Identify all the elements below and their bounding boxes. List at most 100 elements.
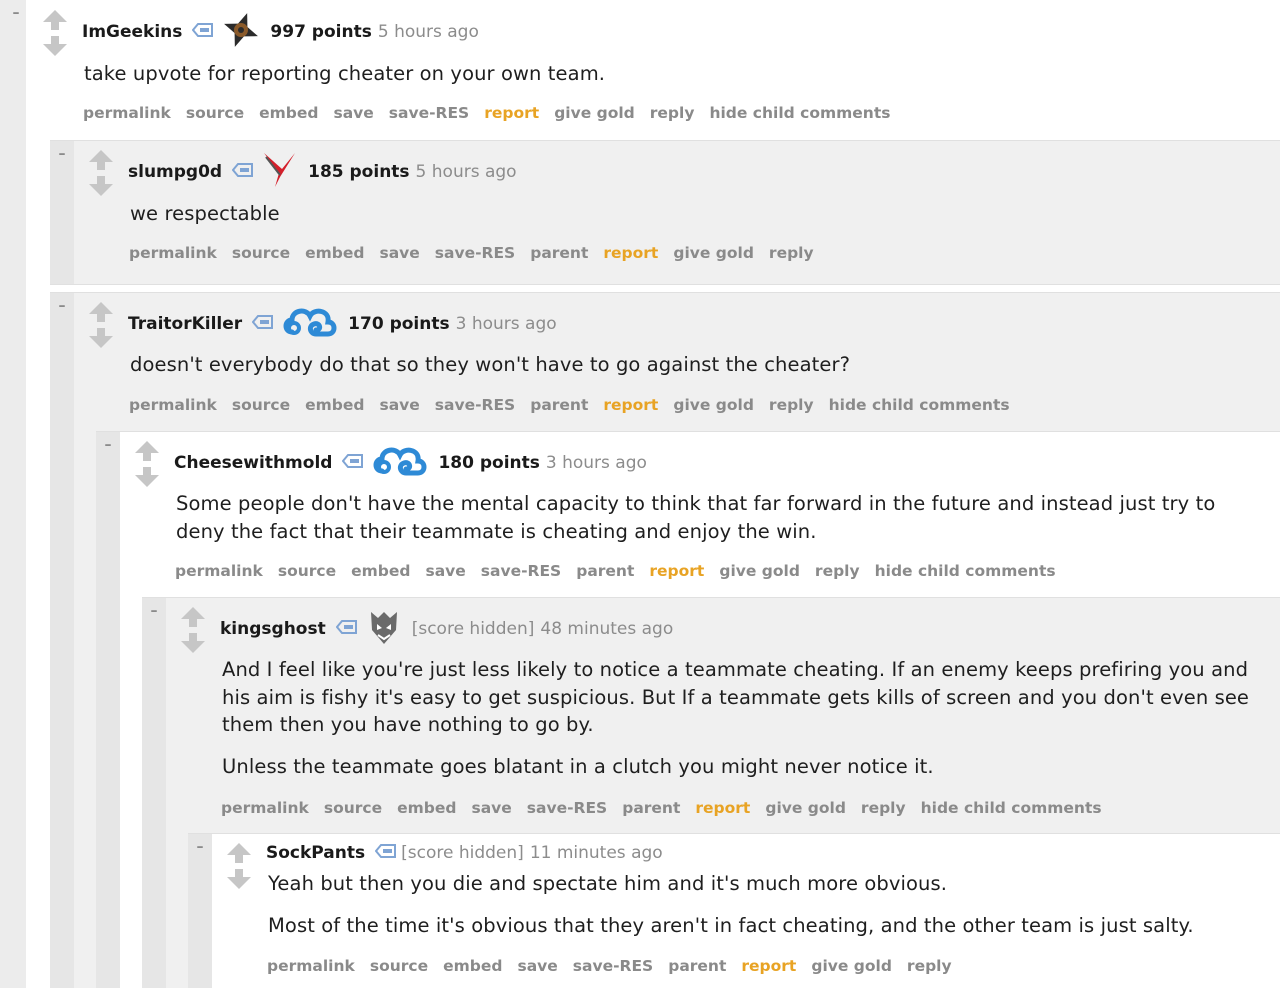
upvote-arrow-icon[interactable] xyxy=(135,441,159,461)
user-tag-icon[interactable] xyxy=(374,843,397,863)
save-res-button[interactable]: save-RES xyxy=(435,396,515,414)
parent-button[interactable]: parent xyxy=(668,957,726,975)
report-button[interactable]: report xyxy=(484,104,539,122)
reply-button[interactable]: reply xyxy=(861,799,906,817)
upvote-arrow-icon[interactable] xyxy=(227,843,251,863)
user-tag-icon[interactable] xyxy=(335,619,358,639)
comment-thread-stripe[interactable] xyxy=(50,141,74,284)
save-button[interactable]: save xyxy=(333,104,373,122)
embed-button[interactable]: embed xyxy=(305,396,364,414)
hide-child-comments-button[interactable]: hide child comments xyxy=(829,396,1010,414)
downvote-arrow-icon[interactable] xyxy=(43,36,67,56)
hide-child-comments-button[interactable]: hide child comments xyxy=(709,104,890,122)
comment-thread-stripe[interactable] xyxy=(0,0,26,988)
comment-thread-stripe[interactable] xyxy=(188,834,212,988)
embed-button[interactable]: embed xyxy=(443,957,502,975)
save-res-button[interactable]: save-RES xyxy=(389,104,469,122)
hide-child-comments-button[interactable]: hide child comments xyxy=(875,562,1056,580)
reply-button[interactable]: reply xyxy=(650,104,695,122)
save-button[interactable]: save xyxy=(425,562,465,580)
save-res-button[interactable]: save-RES xyxy=(527,799,607,817)
report-button[interactable]: report xyxy=(603,396,658,414)
save-res-button[interactable]: save-RES xyxy=(481,562,561,580)
source-button[interactable]: source xyxy=(232,396,290,414)
user-tag-icon[interactable] xyxy=(251,314,274,334)
hide-child-comments-button[interactable]: hide child comments xyxy=(921,799,1102,817)
permalink-button[interactable]: permalink xyxy=(83,104,171,122)
comment-thread-stripe[interactable] xyxy=(96,432,120,988)
downvote-arrow-icon[interactable] xyxy=(89,328,113,348)
collapse-toggle[interactable]: – xyxy=(148,604,160,618)
downvote-arrow-icon[interactable] xyxy=(135,467,159,487)
save-button[interactable]: save xyxy=(379,396,419,414)
user-tag-icon[interactable] xyxy=(342,453,364,473)
save-button[interactable]: save xyxy=(517,957,557,975)
collapse-toggle[interactable]: – xyxy=(194,840,206,854)
collapse-toggle[interactable]: – xyxy=(56,299,68,313)
source-button[interactable]: source xyxy=(278,562,336,580)
downvote-arrow-icon[interactable] xyxy=(227,869,251,889)
author-link[interactable]: ImGeekins xyxy=(82,22,182,42)
author-link[interactable]: TraitorKiller xyxy=(128,314,242,334)
source-button[interactable]: source xyxy=(232,244,290,262)
author-link[interactable]: SockPants xyxy=(266,843,365,863)
report-button[interactable]: report xyxy=(695,799,750,817)
collapse-toggle[interactable]: – xyxy=(102,438,114,452)
permalink-button[interactable]: permalink xyxy=(267,957,355,975)
comment-timestamp[interactable]: 5 hours ago xyxy=(416,162,517,182)
source-button[interactable]: source xyxy=(324,799,382,817)
embed-button[interactable]: embed xyxy=(397,799,456,817)
user-tag-icon[interactable] xyxy=(231,162,254,182)
author-link[interactable]: kingsghost xyxy=(220,619,326,639)
upvote-arrow-icon[interactable] xyxy=(181,607,205,627)
report-button[interactable]: report xyxy=(603,244,658,262)
reply-button[interactable]: reply xyxy=(907,957,952,975)
report-button[interactable]: report xyxy=(649,562,704,580)
collapse-toggle[interactable]: – xyxy=(56,147,68,161)
source-button[interactable]: source xyxy=(370,957,428,975)
give-gold-button[interactable]: give gold xyxy=(765,799,846,817)
author-link[interactable]: slumpg0d xyxy=(128,162,222,182)
give-gold-button[interactable]: give gold xyxy=(719,562,800,580)
permalink-button[interactable]: permalink xyxy=(175,562,263,580)
reply-button[interactable]: reply xyxy=(769,244,814,262)
comment-timestamp[interactable]: 11 minutes ago xyxy=(530,843,663,863)
parent-button[interactable]: parent xyxy=(576,562,634,580)
give-gold-button[interactable]: give gold xyxy=(673,396,754,414)
permalink-button[interactable]: permalink xyxy=(129,244,217,262)
upvote-arrow-icon[interactable] xyxy=(43,10,67,30)
save-button[interactable]: save xyxy=(379,244,419,262)
permalink-button[interactable]: permalink xyxy=(129,396,217,414)
parent-button[interactable]: parent xyxy=(530,396,588,414)
comment-timestamp[interactable]: 3 hours ago xyxy=(456,314,557,334)
downvote-arrow-icon[interactable] xyxy=(181,633,205,653)
author-link[interactable]: Cheesewithmold xyxy=(174,453,332,473)
permalink-button[interactable]: permalink xyxy=(221,799,309,817)
save-res-button[interactable]: save-RES xyxy=(573,957,653,975)
embed-button[interactable]: embed xyxy=(259,104,318,122)
comment-thread-stripe[interactable] xyxy=(50,293,74,988)
comment-timestamp[interactable]: 5 hours ago xyxy=(378,22,479,42)
upvote-arrow-icon[interactable] xyxy=(89,150,113,170)
embed-button[interactable]: embed xyxy=(305,244,364,262)
report-button[interactable]: report xyxy=(741,957,796,975)
comment-thread-stripe[interactable] xyxy=(142,598,166,988)
collapse-toggle[interactable]: – xyxy=(10,6,22,20)
reply-button[interactable]: reply xyxy=(769,396,814,414)
reply-button[interactable]: reply xyxy=(815,562,860,580)
downvote-arrow-icon[interactable] xyxy=(89,176,113,196)
embed-button[interactable]: embed xyxy=(351,562,410,580)
upvote-arrow-icon[interactable] xyxy=(89,302,113,322)
parent-button[interactable]: parent xyxy=(530,244,588,262)
user-tag-icon[interactable] xyxy=(192,22,214,42)
give-gold-button[interactable]: give gold xyxy=(554,104,635,122)
save-res-button[interactable]: save-RES xyxy=(435,244,515,262)
give-gold-button[interactable]: give gold xyxy=(673,244,754,262)
comment-timestamp[interactable]: 48 minutes ago xyxy=(540,619,673,639)
parent-button[interactable]: parent xyxy=(622,799,680,817)
source-button[interactable]: source xyxy=(186,104,244,122)
comment-tagline: ImGeekins 997 points 5 hours ago xyxy=(82,12,479,47)
give-gold-button[interactable]: give gold xyxy=(811,957,892,975)
save-button[interactable]: save xyxy=(471,799,511,817)
comment-timestamp[interactable]: 3 hours ago xyxy=(546,453,647,473)
